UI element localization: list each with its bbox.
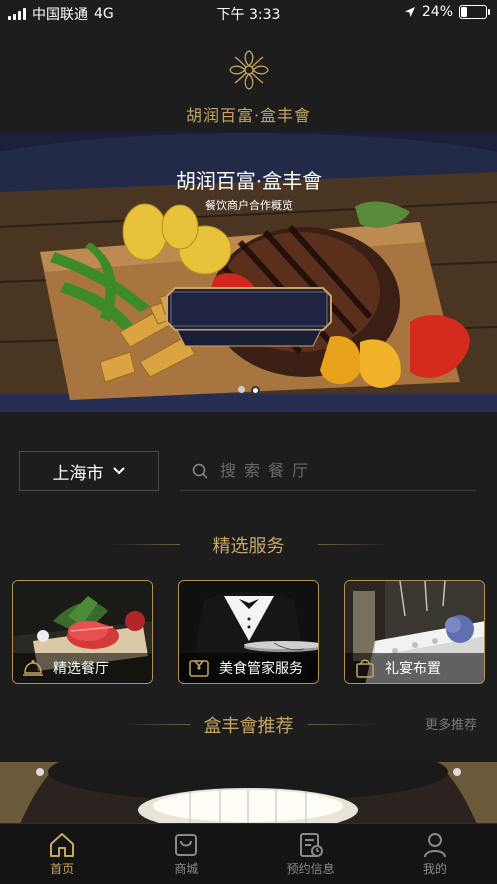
search-bar[interactable]	[180, 451, 476, 491]
service-label: 礼宴布置	[385, 661, 441, 677]
shopping-bag-icon	[175, 834, 198, 856]
location-arrow-icon	[404, 7, 415, 17]
battery-percent: 24%	[421, 4, 453, 20]
banner-plaque	[166, 287, 332, 347]
brand-logo-icon	[228, 50, 269, 90]
chandelier-image	[0, 762, 497, 824]
service-label-bar: 美食管家服务	[179, 653, 318, 683]
tab-label: 我的	[422, 862, 447, 876]
booking-icon	[299, 833, 323, 857]
chevron-down-icon	[112, 467, 125, 475]
cloche-icon	[21, 657, 45, 679]
search-icon	[192, 463, 208, 479]
more-recommend-link[interactable]: 更多推荐	[425, 714, 477, 733]
brand-name: 胡润百富·盒丰會	[185, 106, 312, 125]
banner-title: 胡润百富·盒丰會	[175, 169, 323, 193]
service-label: 美食管家服务	[219, 661, 303, 677]
banner-carousel[interactable]: 胡润百富·盒丰會 餐饮商户合作概览	[0, 132, 497, 412]
banner-subtitle: 餐饮商户合作概览	[205, 199, 293, 212]
section-divider-right	[308, 724, 378, 725]
carousel-dot-active[interactable]	[250, 386, 260, 395]
butler-icon	[187, 657, 211, 679]
service-label-bar: 礼宴布置	[345, 653, 484, 683]
recommend-preview-image[interactable]	[0, 762, 497, 824]
service-card-butler[interactable]: 美食管家服务	[178, 580, 319, 684]
carousel-indicator	[0, 386, 497, 395]
services-title: 精选服务	[212, 536, 285, 557]
section-divider-right	[318, 544, 388, 545]
service-card-restaurants[interactable]: 精选餐厅	[12, 580, 153, 684]
bottom-tab-bar: 首页 商城 预约信息 我的	[0, 823, 497, 884]
city-label: 上海市	[52, 463, 104, 484]
brand-header: 胡润百富·盒丰會	[0, 48, 497, 126]
service-label: 精选餐厅	[53, 661, 109, 677]
profile-icon	[423, 833, 446, 858]
tab-shop[interactable]: 商城	[124, 824, 248, 884]
tab-profile[interactable]: 我的	[373, 824, 497, 884]
status-right: 24%	[404, 4, 490, 20]
tab-label: 预约信息	[286, 862, 335, 876]
tab-booking[interactable]: 预约信息	[249, 824, 373, 884]
status-bar: 中国联通 4G 下午 3:33 24%	[0, 0, 497, 26]
service-label-bar: 精选餐厅	[13, 653, 152, 683]
search-input[interactable]	[218, 460, 462, 481]
tab-home[interactable]: 首页	[0, 824, 124, 884]
service-card-banquet[interactable]: 礼宴布置	[344, 580, 485, 684]
tab-label: 商城	[174, 862, 199, 876]
city-selector[interactable]: 上海市	[19, 451, 159, 491]
battery-icon	[459, 5, 490, 19]
gift-bag-icon	[353, 657, 377, 679]
carousel-dot[interactable]	[237, 386, 245, 393]
tab-label: 首页	[50, 862, 75, 876]
recommend-title: 盒丰會推荐	[203, 716, 294, 737]
home-icon	[50, 833, 75, 857]
